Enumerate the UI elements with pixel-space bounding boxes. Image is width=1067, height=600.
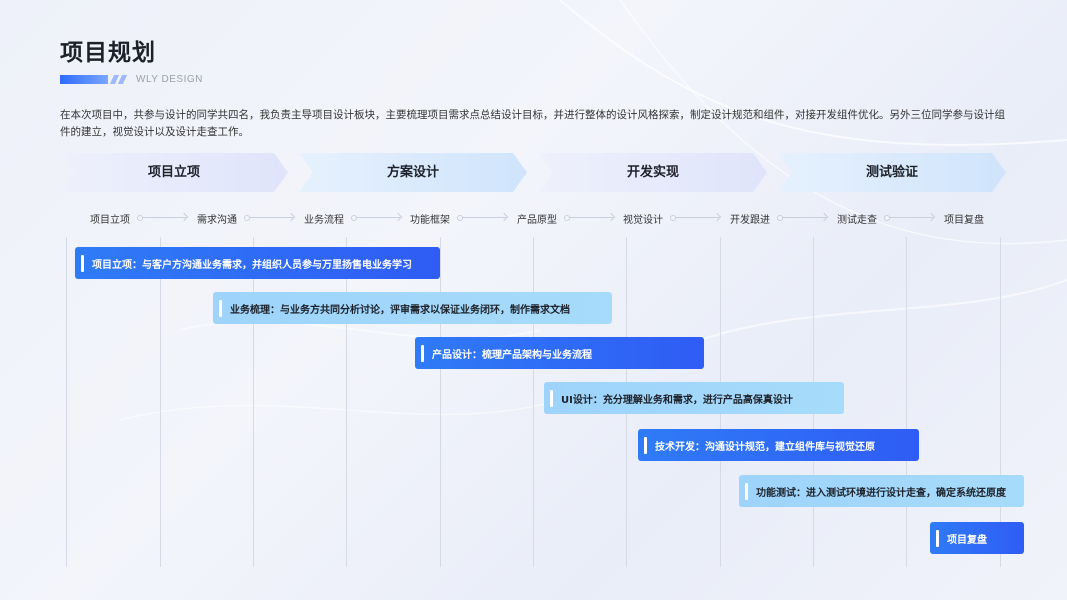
phase-4: 测试验证 <box>778 153 1006 192</box>
grid-line <box>160 237 161 567</box>
step-label: 项目立项 <box>90 215 130 226</box>
task-marker <box>550 390 553 407</box>
phase-label: 方案设计 <box>386 165 439 180</box>
task-marker <box>421 345 424 362</box>
step-label: 视觉设计 <box>623 215 663 226</box>
step-label: 产品原型 <box>517 215 557 226</box>
task-marker <box>644 437 647 454</box>
grid-line <box>253 237 254 567</box>
task-bar-ui-design: UI设计：充分理解业务和需求，进行产品高保真设计 <box>544 382 844 414</box>
task-label: 项目立项：与客户方沟通业务需求，并组织人员参与万里扬售电业务学习 <box>92 259 412 271</box>
step-arrow <box>351 215 400 221</box>
task-label: 业务梳理：与业务方共同分析讨论，评审需求以保证业务闭环，制作需求文档 <box>230 304 570 316</box>
phase-label: 项目立项 <box>147 165 200 180</box>
task-label: 项目复盘 <box>947 534 987 546</box>
step-label: 需求沟通 <box>197 215 237 226</box>
task-label: UI设计：充分理解业务和需求，进行产品高保真设计 <box>561 394 793 406</box>
step-arrow <box>457 215 506 221</box>
step-arrow <box>244 215 293 221</box>
task-bar-function-testing: 功能测试：进入测试环境进行设计走查，确定系统还原度 <box>739 475 1024 507</box>
project-description: 在本次项目中，共参与设计的同学共四名，我负责主导项目设计板块，主要梳理项目需求点… <box>60 109 1005 138</box>
title-accent-slash <box>117 75 128 84</box>
phase-2: 方案设计 <box>299 153 527 192</box>
step-label: 功能框架 <box>410 215 450 226</box>
task-bar-business-analysis: 业务梳理：与业务方共同分析讨论，评审需求以保证业务闭环，制作需求文档 <box>213 292 612 324</box>
step-label: 测试走查 <box>837 215 877 226</box>
grid-line <box>1000 237 1001 567</box>
step-arrow <box>670 215 719 221</box>
phase-label: 开发实现 <box>626 165 679 180</box>
task-bar-project-review: 项目复盘 <box>930 522 1024 554</box>
task-bar-product-design: 产品设计：梳理产品架构与业务流程 <box>415 337 704 369</box>
grid-line <box>346 237 347 567</box>
step-label: 项目复盘 <box>944 215 984 226</box>
title-accent-bar <box>60 75 108 84</box>
task-bar-tech-development: 技术开发：沟通设计规范，建立组件库与视觉还原 <box>638 429 919 461</box>
step-arrow <box>564 215 613 221</box>
step-label: 业务流程 <box>304 215 344 226</box>
grid-line <box>66 237 67 567</box>
step-arrow <box>777 215 826 221</box>
step-label: 开发跟进 <box>730 215 770 226</box>
step-arrow <box>137 215 186 221</box>
page-subtitle: WLY DESIGN <box>136 74 203 85</box>
grid-line <box>906 237 907 567</box>
phase-label: 测试验证 <box>865 165 918 180</box>
task-marker <box>219 300 222 317</box>
page-title: 项目规划 <box>60 40 156 66</box>
task-marker <box>81 255 84 272</box>
step-arrow <box>884 215 933 221</box>
task-marker <box>936 530 939 547</box>
task-bar-project-initiation: 项目立项：与客户方沟通业务需求，并组织人员参与万里扬售电业务学习 <box>75 247 440 279</box>
phase-3: 开发实现 <box>539 153 767 192</box>
task-label: 技术开发：沟通设计规范，建立组件库与视觉还原 <box>655 441 875 453</box>
task-marker <box>745 483 748 500</box>
grid-line <box>533 237 534 567</box>
phase-1: 项目立项 <box>60 153 288 192</box>
task-label: 产品设计：梳理产品架构与业务流程 <box>432 349 592 361</box>
task-label: 功能测试：进入测试环境进行设计走查，确定系统还原度 <box>756 487 1006 499</box>
grid-line <box>440 237 441 567</box>
